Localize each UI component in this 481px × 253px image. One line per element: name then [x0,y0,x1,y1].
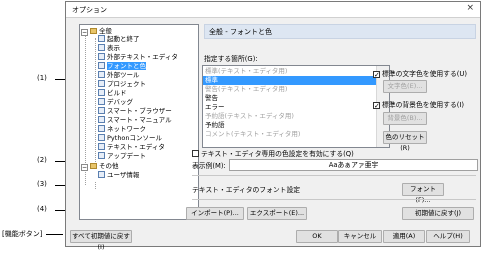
reset-defaults-button[interactable]: 初期値に戻す(J) [402,207,474,220]
separator [192,175,476,176]
list-item-selected[interactable]: 標準 [203,76,376,85]
tree-item-font-color[interactable]: フォントと色 [98,62,146,71]
tree-item-smart-manual[interactable]: スマート・マニュアル [98,116,172,125]
tree-item-debug[interactable]: デバッグ [98,98,133,107]
ok-button[interactable]: OK [296,230,338,243]
list-item[interactable]: 標準(テキスト・エディタ用) [205,67,287,76]
bg-color-button[interactable]: 背景色(B)... [383,112,427,125]
list-item[interactable]: コメント(テキスト・エディタ用) [205,130,300,139]
list-item[interactable]: 予約語 [205,121,225,130]
tree-item-build[interactable]: ビルド [98,89,127,98]
callout-function-buttons: [機能ボタン] [2,230,43,238]
callout-function-buttons-line [46,234,63,235]
callout-2: (2) [37,156,47,164]
page-icon [98,107,105,114]
callout-1: (1) [37,74,47,82]
tree-item-smart-browser[interactable]: スマート・ブラウザー [98,107,172,116]
page-icon [98,44,105,51]
page-icon [98,116,105,123]
tree-guide-2 [95,38,96,166]
page-icon [98,152,105,159]
font-setting-label: テキスト・エディタのフォント設定 [192,186,301,194]
page-icon [98,134,105,141]
tree-item-external-editor[interactable]: 外部テキスト・エディタ [98,53,178,62]
tree-item-project[interactable]: プロジェクト [98,80,146,89]
reset-all-button[interactable]: すべて初期値に戻す(I) [70,230,132,251]
page-icon [98,35,105,42]
font-button[interactable]: フォント(F)... [402,183,444,204]
list-item[interactable]: エラー [205,103,225,112]
page-icon [98,89,105,96]
tree-item-network[interactable]: ネットワーク [98,125,146,134]
display-sample-label: 表示例(M): [192,162,226,170]
tree-item-python-console[interactable]: Pythonコンソール [98,134,162,143]
cancel-button[interactable]: キャンセル [338,230,382,243]
tree-guide-3 [95,182,96,189]
page-icon [98,80,105,87]
checkbox-checked-icon[interactable]: ✓ [373,102,380,110]
window-title: オプション [72,6,107,14]
tree-item-update[interactable]: アップデート [98,152,146,161]
editor-color-check[interactable]: テキスト・エディタ専用の色設定を有効にする(Q) [192,148,354,158]
tree-item-text-editor[interactable]: テキスト・エディタ [98,143,165,152]
list-item[interactable]: 予約語(テキスト・エディタ用) [205,112,294,121]
page-icon [98,125,105,132]
close-icon[interactable]: × [466,3,474,13]
category-tree[interactable]: − 全般 起動と終了 表示 外部テキスト・エディタ フォントと色 外部ツール プロ… [79,24,199,220]
page-icon [98,171,105,178]
color-reset-button[interactable]: 色のリセット(R) [383,131,427,152]
checkbox-checked-icon[interactable]: ✓ [373,71,380,79]
panel-header: 全般 - フォントと色 [204,24,476,39]
import-button[interactable]: インポート(P)... [186,207,244,220]
use-std-text-color-check[interactable]: ✓ 標準の文字色を使用する(U) [373,68,467,79]
page-icon [98,98,105,105]
display-sample-box: Aaあぁアァ亜宇 [229,159,478,171]
list-item[interactable]: 警告(テキスト・エディタ用) [205,85,287,94]
tree-item-other[interactable]: − その他 [81,162,119,171]
folder-icon [90,28,97,34]
page-icon [98,53,105,60]
collapse-icon[interactable]: − [81,164,88,171]
target-label: 指定する箇所(G): [204,55,258,63]
collapse-icon[interactable]: − [81,29,88,36]
tree-item-display[interactable]: 表示 [98,44,120,53]
text-color-button[interactable]: 文字色(E)... [383,80,427,93]
apply-button[interactable]: 適用(A) [383,230,425,243]
tree-item-startup[interactable]: 起動と終了 [98,35,140,44]
title-bar: オプション × [66,2,480,18]
folder-icon [90,163,97,169]
target-listbox[interactable]: 標準(テキスト・エディタ用) 標準 警告(テキスト・エディタ用) 警告 エラー … [202,65,390,148]
checkbox-icon[interactable] [192,150,199,157]
page-icon [98,71,105,78]
list-item[interactable]: 警告 [205,94,218,103]
page-icon [98,62,105,69]
tree-item-external-tools[interactable]: 外部ツール [98,71,140,80]
use-std-bg-color-check[interactable]: ✓ 標準の背景色を使用する(I) [373,99,464,110]
tree-item-user-info[interactable]: ユーザ情報 [98,171,139,180]
help-button[interactable]: ヘルプ(H) [426,230,470,243]
options-dialog: オプション × − 全般 起動と終了 表示 外部テキスト・エディタ フォントと色 … [65,1,481,251]
export-button[interactable]: エクスポート(E)... [247,207,307,220]
page-icon [98,143,105,150]
callout-3: (3) [37,180,47,188]
separator [192,199,476,200]
callout-4: (4) [37,205,47,213]
